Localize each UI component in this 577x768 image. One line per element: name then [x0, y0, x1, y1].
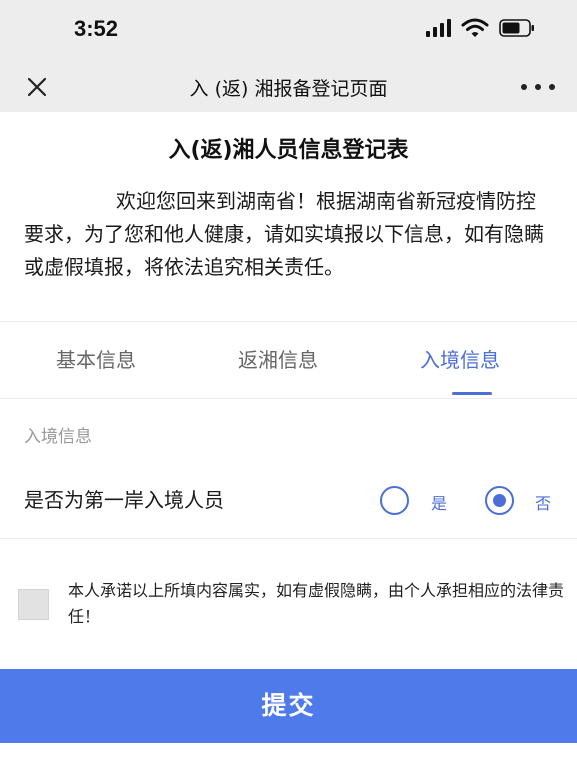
- question-label: 是否为第一岸入境人员: [24, 488, 224, 512]
- radio-no[interactable]: [485, 486, 514, 515]
- tab-basic-info[interactable]: 基本信息: [56, 344, 136, 373]
- cellular-signal-icon: [426, 19, 451, 37]
- form-title: 入(返)湘人员信息登记表: [168, 138, 409, 163]
- divider: [0, 538, 577, 539]
- commitment-checkbox[interactable]: [18, 589, 49, 620]
- tab-return-info[interactable]: 返湘信息: [238, 344, 318, 373]
- submit-button[interactable]: 提交: [0, 669, 577, 743]
- page-title: 入 (返) 湘报备登记页面: [189, 78, 388, 100]
- tab-entry-info[interactable]: 入境信息: [420, 344, 500, 373]
- radio-no-label[interactable]: 否: [535, 490, 551, 514]
- nav-bar: 入 (返) 湘报备登记页面: [0, 62, 577, 112]
- section-label: 入境信息: [24, 427, 92, 447]
- battery-icon: [499, 19, 534, 37]
- intro-text: 欢迎您回来到湖南省！根据湖南省新冠疫情防控要求，为了您和他人健康，请如实填报以下…: [24, 189, 544, 279]
- more-icon[interactable]: [521, 76, 555, 98]
- status-icons: [426, 18, 535, 38]
- active-tab-indicator: [452, 392, 492, 395]
- radio-yes-label[interactable]: 是: [431, 490, 447, 514]
- divider: [0, 398, 577, 399]
- status-time: 3:52: [74, 16, 119, 41]
- status-bar: 3:52: [0, 0, 577, 62]
- commitment-text: 本人承诺以上所填内容属实，如有虚假隐瞒，由个人承担相应的法律责任！: [68, 581, 565, 626]
- tab-bar: 基本信息 返湘信息 入境信息: [0, 322, 577, 396]
- wifi-icon: [461, 18, 489, 37]
- bottom-strip: [0, 743, 577, 768]
- radio-yes[interactable]: [380, 486, 409, 515]
